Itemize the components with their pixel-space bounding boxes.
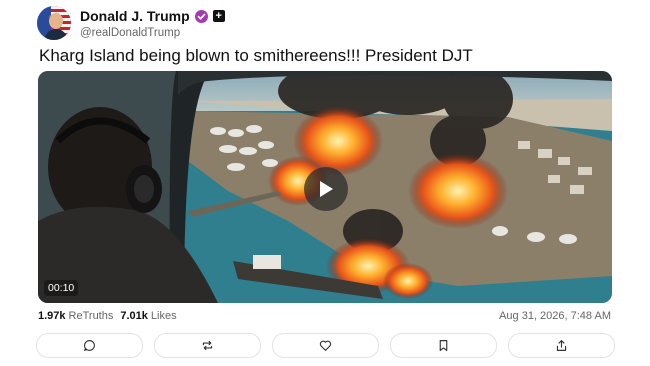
video-duration: 00:10 bbox=[44, 280, 79, 296]
bookmark-button[interactable] bbox=[390, 333, 497, 358]
post-timestamp[interactable]: Aug 31, 2026, 7:48 AM bbox=[499, 310, 611, 322]
author-display-name[interactable]: Donald J. Trump bbox=[80, 8, 190, 24]
action-bar bbox=[36, 333, 615, 358]
like-icon bbox=[319, 340, 332, 351]
comment-icon bbox=[84, 340, 95, 351]
likes-label: Likes bbox=[150, 310, 177, 322]
likes-stat[interactable]: 7.01k Likes bbox=[120, 310, 176, 322]
share-button[interactable] bbox=[508, 333, 615, 358]
comment-button[interactable] bbox=[36, 333, 143, 358]
flag-portrait-avatar bbox=[37, 6, 71, 40]
play-icon bbox=[320, 181, 333, 197]
retruths-count: 1.97k bbox=[38, 310, 66, 322]
retruths-stat[interactable]: 1.97k ReTruths bbox=[38, 310, 113, 322]
play-button[interactable] bbox=[304, 167, 348, 211]
like-button[interactable] bbox=[272, 333, 379, 358]
retruth-button[interactable] bbox=[154, 333, 261, 358]
post-text: Kharg Island being blown to smithereens!… bbox=[39, 46, 473, 65]
plus-badge-icon: + bbox=[212, 10, 225, 22]
likes-count: 7.01k bbox=[120, 310, 148, 322]
share-icon bbox=[556, 340, 567, 351]
retruths-label: ReTruths bbox=[68, 310, 114, 322]
author-handle[interactable]: @realDonaldTrump bbox=[80, 27, 180, 39]
verified-badge-icon bbox=[194, 9, 208, 23]
avatar[interactable] bbox=[37, 6, 71, 40]
engagement-stats: 1.97k ReTruths 7.01k Likes bbox=[38, 310, 180, 322]
video-player[interactable]: 00:10 bbox=[38, 71, 612, 303]
bookmark-icon bbox=[439, 340, 448, 351]
retruth-icon bbox=[202, 340, 213, 351]
